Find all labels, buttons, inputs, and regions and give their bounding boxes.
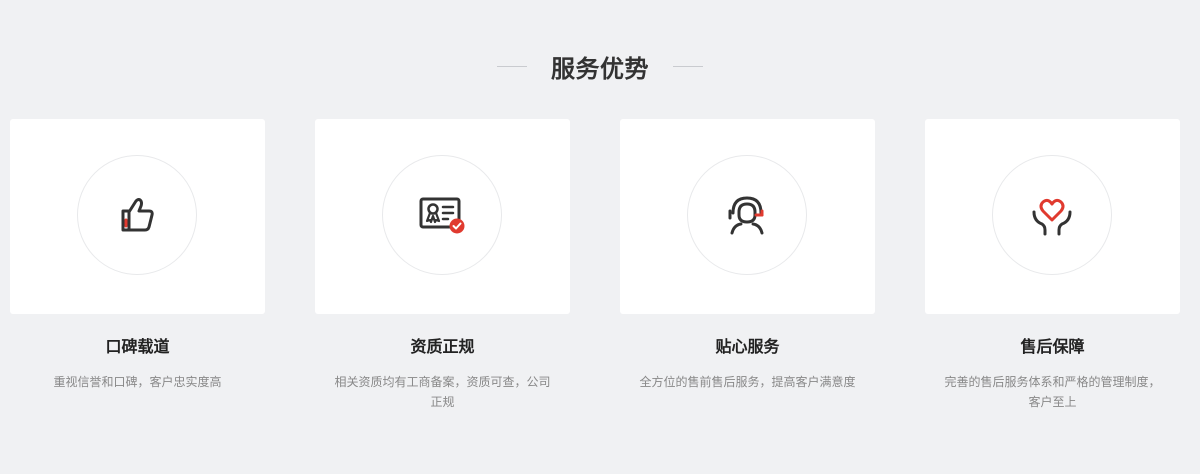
feature-title: 贴心服务 <box>715 337 780 356</box>
title-divider-right <box>673 65 703 67</box>
section-title: 服务优势 <box>551 54 649 83</box>
feature-description: 完善的售后服务体系和严格的管理制度，客户至上 <box>944 375 1161 409</box>
feature-card-panel <box>10 119 265 314</box>
feature-card-service[interactable]: 贴心服务 全方位的售前售后服务，提高客户满意度 <box>620 119 875 392</box>
icon-circle <box>382 155 502 275</box>
feature-title: 售后保障 <box>1020 337 1085 356</box>
feature-description: 相关资质均有工商备案，资质可查，公司正规 <box>334 375 551 409</box>
icon-circle <box>687 155 807 275</box>
feature-card-qualification[interactable]: 资质正规 相关资质均有工商备案，资质可查，公司正规 <box>315 119 570 412</box>
thumbs-up-icon <box>121 198 154 232</box>
feature-card-panel <box>620 119 875 314</box>
feature-card-reputation[interactable]: 口碑载道 重视信誉和口碑，客户忠实度高 <box>10 119 265 392</box>
feature-card-panel <box>925 119 1180 314</box>
feature-description: 全方位的售前售后服务，提高客户满意度 <box>639 375 856 389</box>
title-divider-left <box>497 65 527 67</box>
feature-description: 重视信誉和口碑，客户忠实度高 <box>53 375 222 389</box>
feature-card-after-sales[interactable]: 售后保障 完善的售后服务体系和严格的管理制度，客户至上 <box>925 119 1180 412</box>
feature-card-panel <box>315 119 570 314</box>
section-header: 服务优势 <box>0 44 1200 88</box>
feature-title: 口碑载道 <box>105 337 170 356</box>
icon-circle <box>992 155 1112 275</box>
heart-hands-icon <box>1032 198 1072 236</box>
icon-circle <box>77 155 197 275</box>
certificate-icon <box>419 197 465 234</box>
customer-service-icon <box>728 196 764 235</box>
feature-title: 资质正规 <box>410 337 475 356</box>
